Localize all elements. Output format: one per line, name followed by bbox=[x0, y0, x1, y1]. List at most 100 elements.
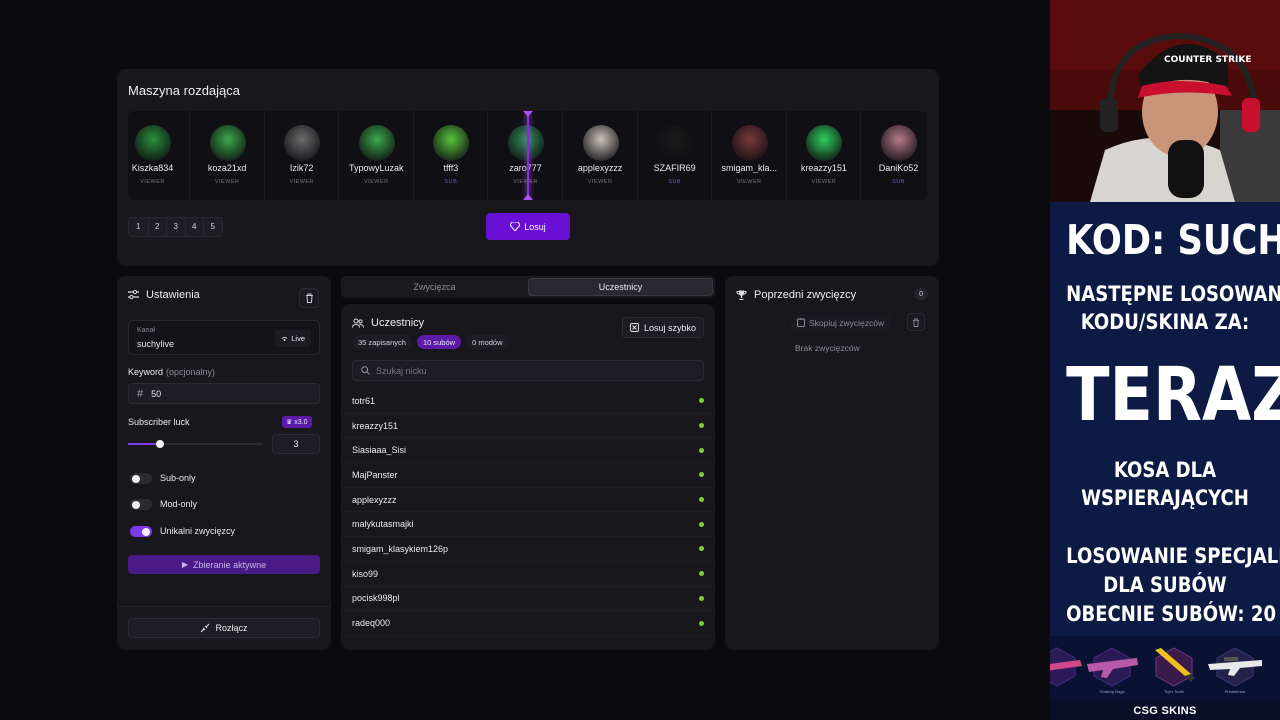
live-label: Live bbox=[291, 334, 305, 343]
participant-role: VIEWER bbox=[513, 179, 538, 185]
participant-role: VIEWER bbox=[587, 179, 613, 185]
list-item[interactable]: kreazzy151 bbox=[341, 414, 715, 439]
participant-nick: malykutasmajki bbox=[352, 519, 414, 530]
list-item[interactable]: applexyzzz bbox=[341, 488, 715, 513]
clear-winners-button[interactable] bbox=[907, 313, 925, 331]
users-icon bbox=[352, 318, 364, 328]
list-item[interactable]: kiso99 bbox=[341, 562, 715, 587]
previous-winners-panel: Poprzedni zwycięzcy 0 Skopiuj zwycięzców… bbox=[725, 276, 939, 650]
participant-name: koza21xd bbox=[207, 163, 247, 173]
participant-nick: MajPanster bbox=[352, 469, 398, 480]
online-indicator bbox=[699, 595, 704, 601]
quick-draw-label: Losuj szybko bbox=[643, 322, 696, 333]
luck-slider-handle[interactable] bbox=[156, 440, 164, 448]
shuffle-icon bbox=[629, 323, 639, 332]
settings-title: Ustawienia bbox=[146, 289, 200, 301]
unplug-icon bbox=[201, 623, 210, 633]
participant-role: VIEWER bbox=[289, 179, 315, 185]
page-4[interactable]: 4 bbox=[184, 218, 203, 236]
participant-card: SZAFIR69 SUB bbox=[638, 111, 713, 200]
sub-count-line: OBECNIE SUBÓW: 20 bbox=[1066, 602, 1277, 626]
settings-divider bbox=[117, 606, 331, 607]
countdown-text: TERAZ bbox=[1066, 352, 1280, 438]
avatar bbox=[881, 125, 917, 161]
copy-winners-button[interactable]: Skopiuj zwycięzców bbox=[791, 314, 891, 331]
list-item[interactable]: radeq000 bbox=[341, 611, 715, 636]
keyword-label: Keyword bbox=[128, 367, 164, 377]
gem-icon bbox=[510, 222, 521, 231]
avatar bbox=[135, 125, 171, 161]
play-icon: ▶ bbox=[181, 560, 189, 569]
participant-role: VIEWER bbox=[736, 179, 762, 185]
special-draw-line: LOSOWANIE SPECJALNE bbox=[1066, 544, 1280, 568]
avatar bbox=[209, 125, 246, 161]
clear-settings-button[interactable] bbox=[299, 288, 319, 308]
list-item[interactable]: smigam_klasykiem126p bbox=[341, 537, 715, 562]
luck-multiplier-badge: ♛ x3.0 bbox=[282, 416, 312, 428]
keyword-input[interactable]: # 50 bbox=[128, 383, 320, 404]
tab-winner[interactable]: Zwycięzca bbox=[343, 278, 526, 296]
view-tabs: Zwycięzca Uczestnicy bbox=[341, 276, 715, 298]
participant-nick: applexyzzz bbox=[352, 494, 397, 505]
toggle-knob bbox=[132, 474, 140, 483]
clipboard-icon bbox=[797, 318, 805, 327]
list-item[interactable]: malykutasmajki bbox=[341, 512, 715, 538]
page-3[interactable]: 3 bbox=[166, 218, 185, 236]
skin-item bbox=[1050, 642, 1086, 696]
participant-name: zaro777 bbox=[509, 163, 542, 173]
luck-slider[interactable] bbox=[128, 440, 263, 448]
tab-participants[interactable]: Uczestnicy bbox=[528, 278, 713, 296]
previous-winners-header: Poprzedni zwycięzcy bbox=[736, 289, 856, 301]
search-placeholder: Szukaj nicku bbox=[376, 365, 427, 376]
draw-button[interactable]: Losuj bbox=[486, 213, 570, 240]
saved-count-badge: 35 zapisanych bbox=[352, 335, 412, 349]
list-item[interactable]: MajPanster bbox=[341, 463, 715, 488]
luck-number-input[interactable]: 3 bbox=[272, 434, 320, 454]
channel-box[interactable]: Kanał suchylive Live bbox=[128, 320, 320, 355]
unique-winners-toggle[interactable] bbox=[130, 526, 152, 537]
winner-count-badge: 0 bbox=[914, 288, 928, 300]
trophy-icon bbox=[736, 290, 747, 300]
participant-name: Kiszka834 bbox=[131, 163, 174, 173]
skin-name: Tiger Tooth bbox=[1164, 689, 1184, 694]
search-input[interactable]: Szukaj nicku bbox=[352, 360, 704, 381]
page-2[interactable]: 2 bbox=[147, 218, 166, 236]
participant-name: DaniKo52 bbox=[878, 163, 919, 173]
disconnect-button[interactable]: Rozłącz bbox=[128, 618, 320, 638]
keyword-hint: (opcjonalny) bbox=[166, 367, 216, 377]
participant-name: applexyzzz bbox=[577, 163, 623, 173]
participant-nick: radeq000 bbox=[352, 618, 391, 629]
page-1[interactable]: 1 bbox=[129, 218, 148, 236]
signal-icon bbox=[281, 336, 288, 341]
participant-name: kreazzy151 bbox=[800, 163, 847, 173]
participant-card: koza21xd VIEWER bbox=[191, 111, 265, 200]
list-item[interactable]: pocisk998pl bbox=[341, 587, 715, 612]
sliders-icon bbox=[128, 290, 139, 300]
list-item[interactable]: Siasiaaa_Sisi bbox=[341, 438, 715, 464]
luck-label: Subscriber luck bbox=[128, 417, 190, 427]
participant-nick: totr61 bbox=[352, 395, 376, 406]
participant-card: TypowyLuzak VIEWER bbox=[340, 111, 414, 200]
toggle-knob bbox=[132, 500, 140, 509]
page-5[interactable]: 5 bbox=[203, 218, 222, 236]
participant-card: tfff3 SUB bbox=[414, 111, 489, 200]
collecting-button[interactable]: ▶ Zbieranie aktywne bbox=[128, 555, 320, 574]
online-indicator bbox=[699, 497, 704, 503]
participants-header: Uczestnicy bbox=[352, 317, 424, 329]
quick-draw-button[interactable]: Losuj szybko bbox=[621, 317, 704, 338]
online-indicator bbox=[699, 571, 704, 577]
avatar bbox=[731, 125, 768, 161]
participant-nick: smigam_klasykiem126p bbox=[352, 543, 449, 554]
participant-role: SUB bbox=[668, 179, 682, 185]
list-item[interactable]: totr61 bbox=[341, 389, 715, 414]
participant-nick: kreazzy151 bbox=[352, 420, 399, 431]
participant-nick: pocisk998pl bbox=[352, 593, 400, 604]
participant-card: DaniKo52 SUB bbox=[862, 111, 927, 200]
webcam-feed: COUNTER STRIKE bbox=[1050, 0, 1280, 202]
giveaway-machine-panel: Maszyna rozdająca Kiszka834 VIEWER koza21x… bbox=[117, 69, 939, 266]
copy-winners-label: Skopiuj zwycięzców bbox=[809, 317, 885, 328]
online-indicator bbox=[699, 521, 704, 527]
mod-only-toggle[interactable] bbox=[130, 499, 152, 510]
disconnect-label: Rozłącz bbox=[215, 623, 248, 633]
sub-only-toggle[interactable] bbox=[130, 473, 152, 484]
